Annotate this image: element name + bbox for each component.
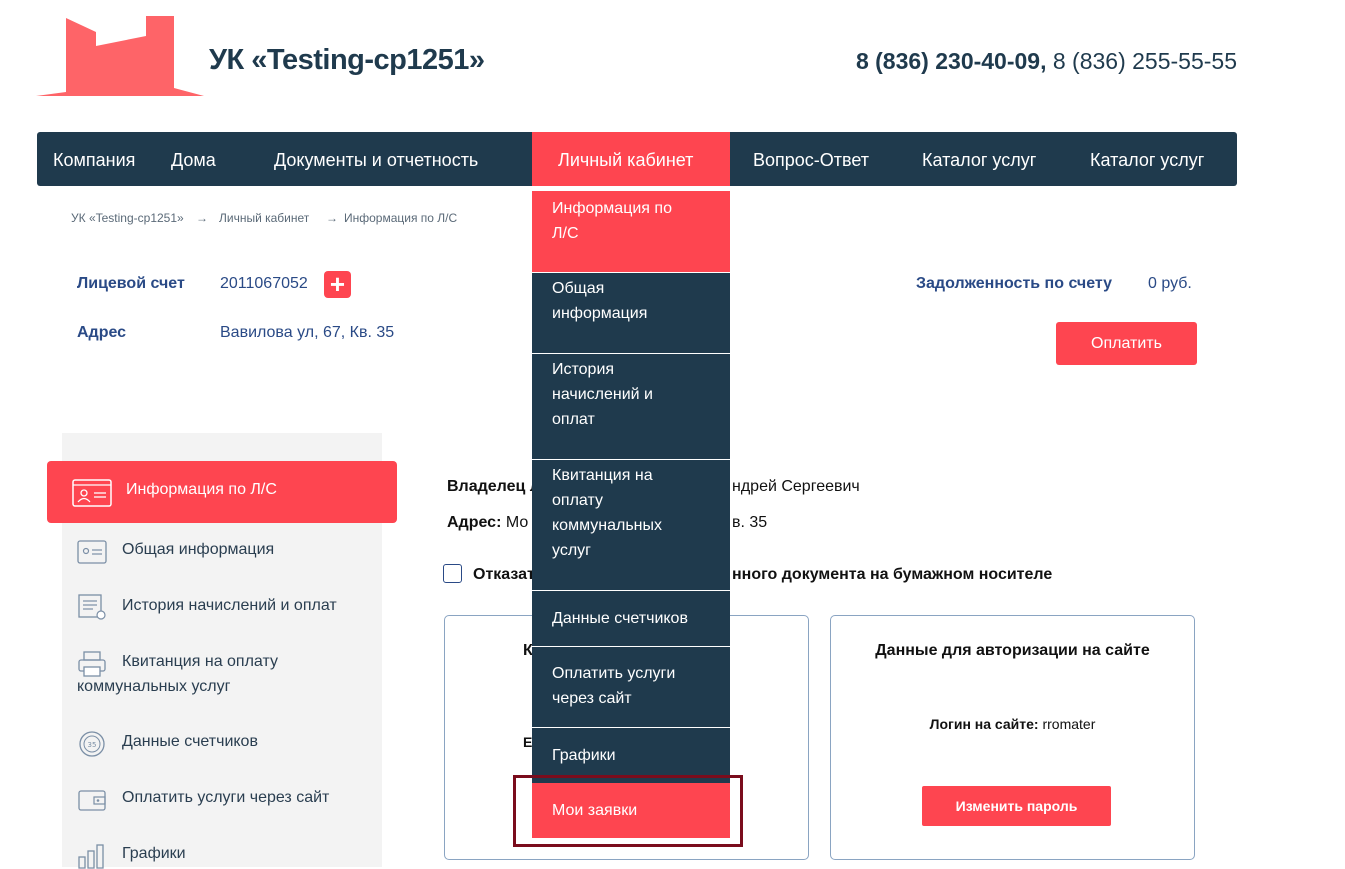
meter-icon: 35 [79, 731, 105, 757]
account-number-label: Лицевой счет [77, 275, 185, 292]
debt-value: 0 руб. [1148, 275, 1192, 292]
nav-item-account[interactable]: Личный кабинет [558, 132, 693, 186]
owner-address: Адрес: Мо [447, 514, 529, 531]
add-account-button[interactable]: + [324, 271, 351, 298]
nav-item-catalog[interactable]: Каталог услуг [922, 132, 1036, 186]
company-logo[interactable] [36, 16, 204, 98]
breadcrumb-separator: → [326, 211, 338, 225]
phone-numbers: 8 (836) 230-40-09, 8 (836) 255-55-55 [855, 48, 1237, 74]
sidebar-item-charts[interactable]: Графики [122, 845, 186, 863]
nav-item-faq[interactable]: Вопрос-Ответ [753, 132, 869, 186]
svg-text:35: 35 [88, 741, 97, 749]
change-password-button[interactable]: Изменить пароль [922, 786, 1111, 826]
id-card-icon [72, 479, 112, 507]
dropdown-item-pay-online[interactable]: Оплатить услуги через сайт [532, 646, 730, 727]
address-label: Адрес [77, 324, 127, 341]
brand-title[interactable]: УК «Testing-cp1251» [209, 44, 485, 77]
dropdown-item-receipt[interactable]: Квитанция на оплату коммунальных услуг [532, 459, 730, 593]
bar-chart-icon [78, 844, 104, 869]
card-auth-title: Данные для авторизации на сайте [875, 642, 1150, 659]
nav-item-documents[interactable]: Документы и отчетность [274, 132, 478, 186]
sidebar-item-general[interactable]: Общая информация [122, 541, 274, 559]
breadcrumb-current: Информация по Л/С [344, 211, 458, 225]
nav-item-houses[interactable]: Дома [171, 132, 216, 186]
nav-item-catalog-2[interactable]: Каталог услуг [1090, 132, 1204, 186]
dropdown-item-info[interactable]: Информация по Л/С [532, 191, 730, 275]
paper-refusal-label-end: нного документа на бумажном носителе [732, 566, 1053, 583]
owner-address-end: в. 35 [732, 514, 768, 531]
owner-label: Владелец л [447, 478, 540, 495]
account-number-value: 2011067052 [220, 275, 308, 292]
breadcrumb-home[interactable]: УК «Testing-cp1251» [71, 211, 184, 225]
dropdown-item-history[interactable]: История начислений и оплат [532, 353, 730, 462]
card-left-text: E [523, 734, 533, 750]
printer-icon [78, 651, 106, 677]
breadcrumb-separator: → [196, 211, 208, 225]
owner-value: ндрей Сергеевич [732, 478, 860, 495]
breadcrumb-account[interactable]: Личный кабинет [219, 211, 309, 225]
dropdown-item-meters[interactable]: Данные счетчиков [532, 590, 730, 646]
sidebar-item-meters[interactable]: Данные счетчиков [122, 733, 258, 751]
paper-refusal-checkbox[interactable] [443, 564, 462, 583]
sidebar-item-label: Информация по Л/С [126, 481, 277, 498]
highlight-box [513, 775, 743, 847]
paper-refusal-label: Отказат [473, 566, 535, 583]
sidebar-item-receipt[interactable]: Квитанция на оплату [122, 653, 278, 671]
sidebar-item-receipt-line2[interactable]: коммунальных услуг [77, 678, 230, 696]
sidebar-item-history[interactable]: История начислений и оплат [122, 597, 337, 615]
wallet-icon [78, 790, 106, 811]
login-info: Логин на сайте: rromater [929, 716, 1096, 732]
debt-label: Задолженность по счету [916, 275, 1113, 292]
dropdown-item-general[interactable]: Общая информация [532, 272, 730, 356]
receipt-icon [78, 594, 106, 620]
address-value: Вавилова ул, 67, Кв. 35 [220, 324, 395, 341]
nav-item-company[interactable]: Компания [53, 132, 135, 186]
id-card-icon [77, 540, 107, 564]
pay-button[interactable]: Оплатить [1056, 322, 1197, 365]
sidebar-item-pay-online[interactable]: Оплатить услуги через сайт [122, 789, 329, 807]
